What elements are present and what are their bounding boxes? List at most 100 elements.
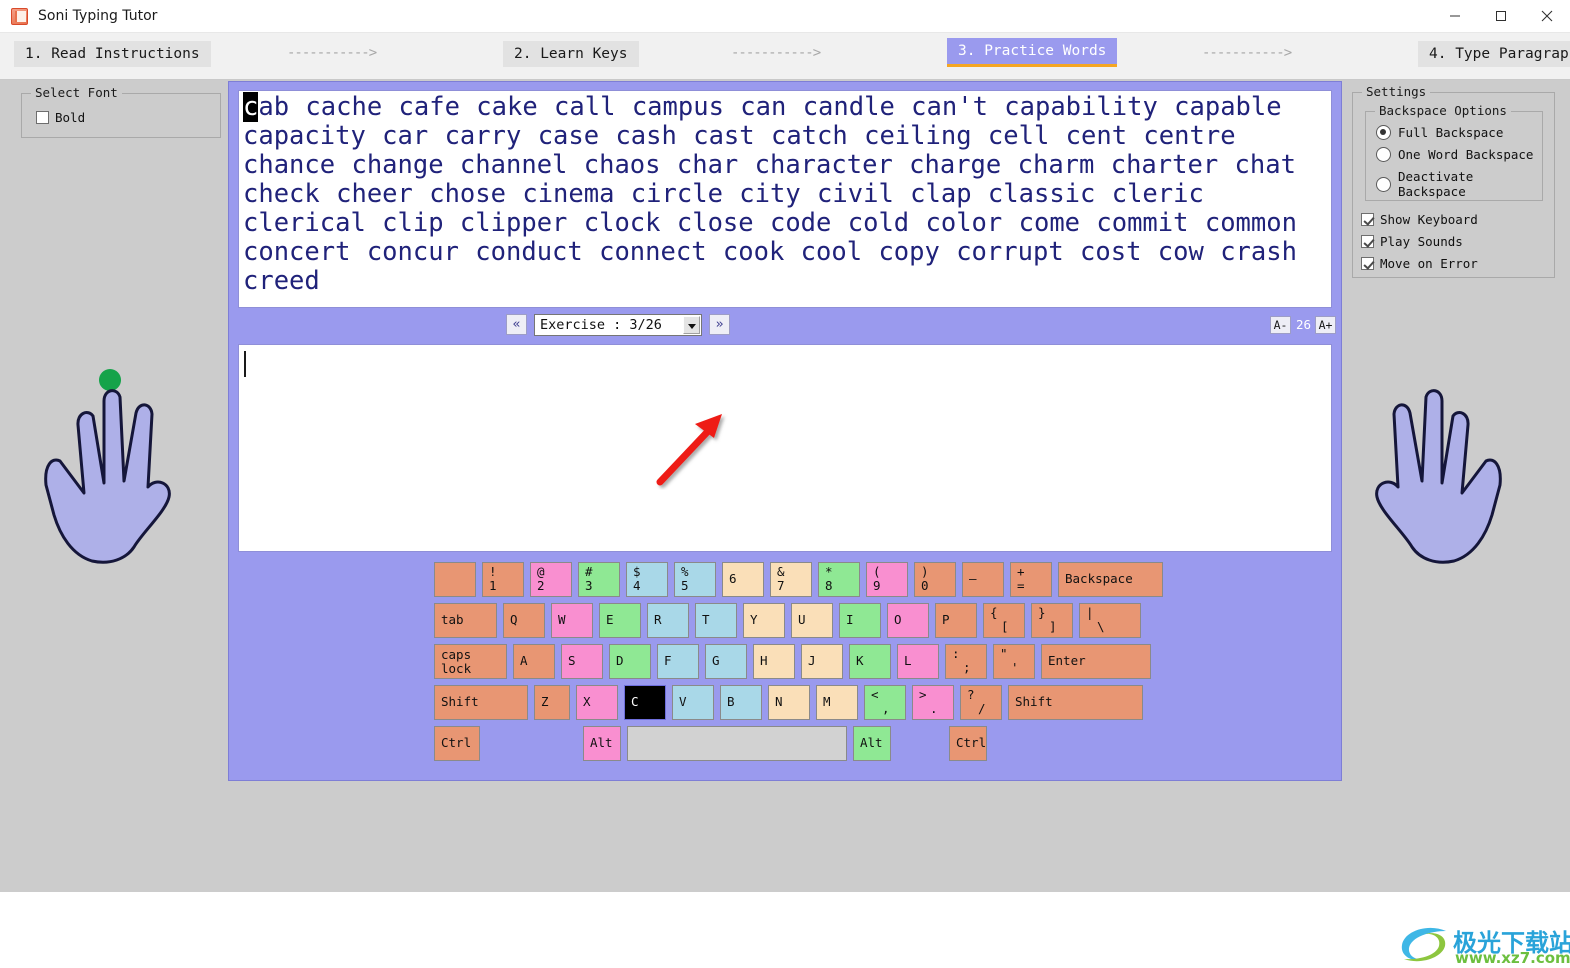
maximize-button[interactable] [1478, 0, 1524, 32]
show-keyboard-checkbox[interactable] [1361, 213, 1374, 226]
key-tab[interactable]: tab [434, 603, 497, 638]
key-label: W [558, 612, 566, 627]
key-shift[interactable]: Shift [434, 685, 528, 720]
key-alt[interactable]: Alt [853, 726, 891, 761]
key-shift[interactable]: Shift [1008, 685, 1143, 720]
keyboard-row-4: Shift Z X C V B N M <, >.? / Shift [434, 685, 1143, 720]
key-a[interactable]: A [513, 644, 555, 679]
key--9[interactable]: (9 [866, 562, 908, 597]
key--[interactable]: :; [945, 644, 987, 679]
backspace-options-title: Backspace Options [1375, 103, 1511, 118]
key-d[interactable]: D [609, 644, 651, 679]
key--8[interactable]: * 8 [818, 562, 860, 597]
key-ctrl[interactable]: Ctrl [949, 726, 987, 761]
key--[interactable]: }] [1031, 603, 1073, 638]
key--4[interactable]: $4 [626, 562, 668, 597]
key-w[interactable]: W [551, 603, 593, 638]
key--[interactable]: | \ [1079, 603, 1141, 638]
key-enter[interactable]: Enter [1041, 644, 1151, 679]
key--[interactable]: <, [864, 685, 906, 720]
key-o[interactable]: O [887, 603, 929, 638]
virtual-keyboard: ! 1 @2 #3 $4% 5 6 & 7 * 8(9) 0– + = Backspace tab Q W E R T Y… [434, 562, 1163, 767]
key-alt[interactable]: Alt [583, 726, 621, 761]
tab-type-paragraphs[interactable]: 4. Type Paragraphs [1418, 41, 1570, 67]
typing-input-area[interactable] [238, 344, 1332, 552]
key-r[interactable]: R [647, 603, 689, 638]
font-decrease-button[interactable]: A- [1270, 316, 1291, 334]
exercise-select[interactable]: Exercise : 3/26 [534, 314, 702, 336]
key-c[interactable]: C [624, 685, 666, 720]
checkbox-show-keyboard[interactable]: Show Keyboard [1361, 212, 1478, 227]
minimize-button[interactable] [1432, 0, 1478, 32]
key-p[interactable]: P [935, 603, 977, 638]
key-label: Alt [590, 735, 613, 750]
radio-deactivate-backspace[interactable]: Deactivate Backspace [1376, 169, 1542, 199]
radio-deactivate-backspace-button[interactable] [1376, 176, 1391, 192]
next-exercise-button[interactable]: » [709, 314, 730, 335]
tab-practice-words[interactable]: 3. Practice Words [947, 38, 1118, 67]
key--2[interactable]: @2 [530, 562, 572, 597]
key-label-top: ) [921, 564, 929, 579]
tab-learn-keys[interactable]: 2. Learn Keys [503, 41, 639, 67]
bold-checkbox-row[interactable]: Bold [36, 110, 85, 125]
key-v[interactable]: V [672, 685, 714, 720]
key-caps-lock[interactable]: caps lock [434, 644, 507, 679]
keyboard-row-5: Ctrl Alt Alt Ctrl [434, 726, 1134, 761]
key-m[interactable]: M [816, 685, 858, 720]
key-label: Shift [441, 694, 479, 709]
checkbox-move-on-error[interactable]: Move on Error [1361, 256, 1478, 271]
move-on-error-checkbox[interactable] [1361, 257, 1374, 270]
checkbox-play-sounds[interactable]: Play Sounds [1361, 234, 1463, 249]
key-e[interactable]: E [599, 603, 641, 638]
key-l[interactable]: L [897, 644, 939, 679]
key-6[interactable]: 6 [722, 562, 764, 597]
prev-exercise-button[interactable]: « [506, 314, 527, 335]
key--[interactable]: >. [912, 685, 954, 720]
key-u[interactable]: U [791, 603, 833, 638]
radio-one-word-backspace[interactable]: One Word Backspace [1376, 147, 1533, 162]
radio-full-backspace[interactable]: Full Backspace [1376, 125, 1503, 140]
key--[interactable]: + = [1010, 562, 1052, 597]
key-n[interactable]: N [768, 685, 810, 720]
key--1[interactable]: ! 1 [482, 562, 524, 597]
key-label-bottom: 2 [537, 578, 545, 593]
key-[interactable]: – [962, 562, 1004, 597]
key-h[interactable]: H [753, 644, 795, 679]
current-character: c [243, 92, 259, 122]
key-q[interactable]: Q [503, 603, 545, 638]
key-t[interactable]: T [695, 603, 737, 638]
key-ctrl[interactable]: Ctrl [434, 726, 480, 761]
key-j[interactable]: J [801, 644, 843, 679]
key--[interactable]: ? / [960, 685, 1002, 720]
key-z[interactable]: Z [534, 685, 570, 720]
radio-one-word-backspace-button[interactable] [1376, 147, 1391, 162]
key-blank[interactable] [627, 726, 847, 761]
tab-read-instructions[interactable]: 1. Read Instructions [14, 41, 211, 67]
key-y[interactable]: Y [743, 603, 785, 638]
key--7[interactable]: & 7 [770, 562, 812, 597]
key--[interactable]: {[ [983, 603, 1025, 638]
watermark-logo-icon [1401, 927, 1446, 962]
key--0[interactable]: ) 0 [914, 562, 956, 597]
radio-full-backspace-button[interactable] [1376, 125, 1391, 140]
key--[interactable]: " ' [993, 644, 1035, 679]
key--5[interactable]: % 5 [674, 562, 716, 597]
key--3[interactable]: #3 [578, 562, 620, 597]
key-blank[interactable] [434, 562, 476, 597]
key-g[interactable]: G [705, 644, 747, 679]
keyboard-row-1: ! 1 @2 #3 $4% 5 6 & 7 * 8(9) 0– + = Backspace [434, 562, 1163, 597]
settings-panel: Settings Backspace Options Full Backspac… [1352, 80, 1560, 788]
chevron-down-icon[interactable] [683, 316, 700, 334]
key-s[interactable]: S [561, 644, 603, 679]
key-b[interactable]: B [720, 685, 762, 720]
font-increase-button[interactable]: A+ [1315, 316, 1336, 334]
key-label: H [760, 653, 768, 668]
key-backspace[interactable]: Backspace [1058, 562, 1163, 597]
bold-checkbox[interactable] [36, 111, 49, 124]
close-button[interactable] [1524, 0, 1570, 32]
key-k[interactable]: K [849, 644, 891, 679]
play-sounds-checkbox[interactable] [1361, 235, 1374, 248]
key-f[interactable]: F [657, 644, 699, 679]
key-x[interactable]: X [576, 685, 618, 720]
key-i[interactable]: I [839, 603, 881, 638]
